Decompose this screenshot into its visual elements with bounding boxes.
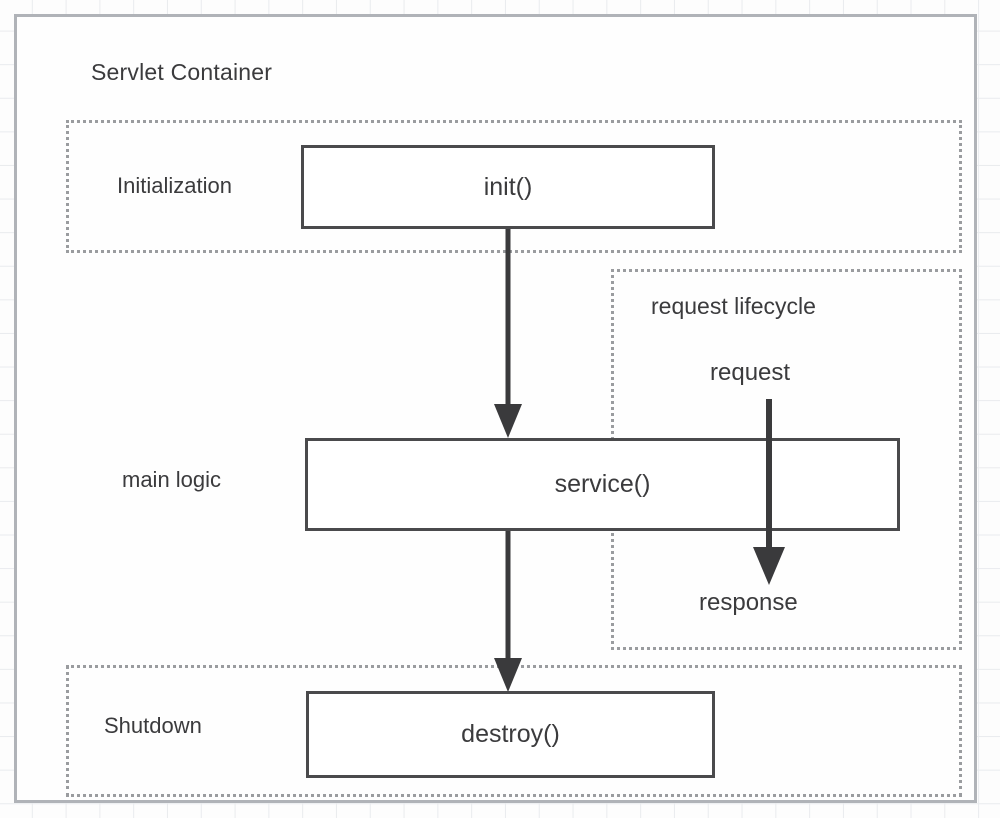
phase-label-request-lifecycle: request lifecycle: [651, 293, 816, 319]
page-title: Servlet Container: [91, 59, 273, 85]
method-box-init[interactable]: init(): [301, 145, 715, 229]
arrow-request-to-response-icon: [753, 399, 785, 585]
phase-label-initialization: Initialization: [117, 173, 232, 198]
flow-label-request: request: [710, 359, 791, 386]
servlet-container-frame: Servlet Container Initialization main lo…: [14, 14, 977, 803]
method-box-service[interactable]: service(): [305, 438, 900, 531]
arrow-init-to-service-icon: [494, 222, 522, 438]
method-box-destroy[interactable]: destroy(): [306, 691, 715, 778]
phase-label-shutdown: Shutdown: [104, 713, 202, 738]
flow-label-response: response: [699, 589, 798, 616]
phase-label-main-logic: main logic: [122, 467, 222, 492]
arrow-service-to-destroy-icon: [494, 522, 522, 692]
diagram-canvas: Servlet Container Initialization main lo…: [0, 0, 1000, 818]
